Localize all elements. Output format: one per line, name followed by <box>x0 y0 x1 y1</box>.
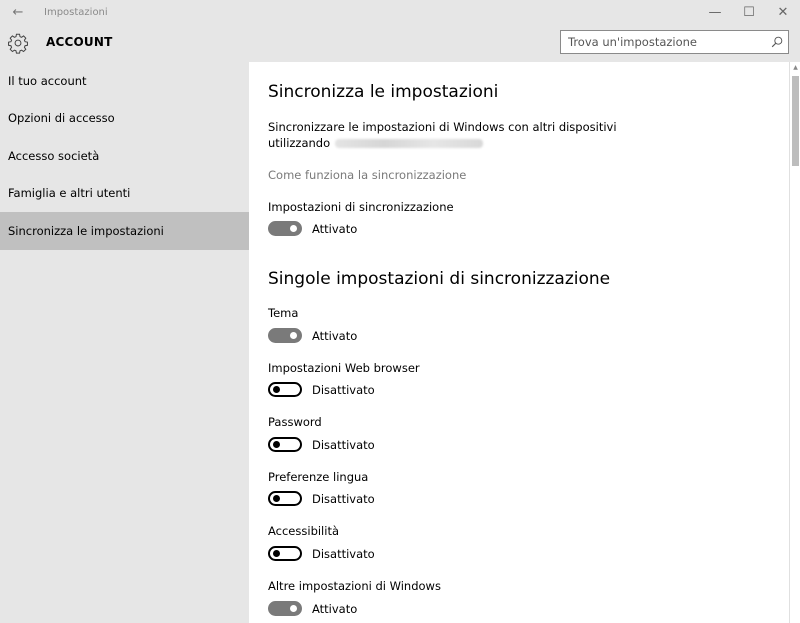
setting-row-tema: Attivato <box>268 328 357 343</box>
toggle-altre[interactable] <box>268 601 302 616</box>
window-title: Impostazioni <box>44 6 108 18</box>
individual-settings-title: Singole impostazioni di sincronizzazione <box>268 269 611 289</box>
toggle-password[interactable] <box>268 437 302 452</box>
sidebar-item-sincronizza[interactable]: Sincronizza le impostazioni <box>0 212 249 250</box>
scroll-up-icon[interactable]: ▲ <box>792 64 799 74</box>
setting-label-lingua: Preferenze lingua <box>268 470 369 484</box>
setting-row-password: Disattivato <box>268 437 375 452</box>
setting-label-accessibilita: Accessibilità <box>268 524 340 538</box>
sidebar-item-accesso-societa[interactable]: Accesso società <box>0 137 249 175</box>
state-accessibilita: Disattivato <box>312 546 375 561</box>
title-bar: ← Impostazioni — ☐ ✕ <box>0 0 800 24</box>
setting-label-web-browser: Impostazioni Web browser <box>268 361 420 375</box>
setting-row-accessibilita: Disattivato <box>268 546 375 561</box>
state-altre: Attivato <box>312 601 358 616</box>
minimize-button[interactable]: — <box>698 0 732 24</box>
setting-label-tema: Tema <box>268 306 299 320</box>
sidebar: Il tuo account Opzioni di accesso Access… <box>0 62 249 623</box>
state-lingua: Disattivato <box>312 491 375 506</box>
maximize-button[interactable]: ☐ <box>732 0 766 24</box>
toggle-tema[interactable] <box>268 328 302 343</box>
main-content: Sincronizza le impostazioni Sincronizzar… <box>249 62 789 623</box>
toggle-web-browser[interactable] <box>268 382 302 397</box>
page-title: ACCOUNT <box>46 35 113 49</box>
setting-row-altre: Attivato <box>268 601 357 616</box>
sync-description: Sincronizzare le impostazioni di Windows… <box>268 119 628 151</box>
setting-row-web-browser: Disattivato <box>268 382 375 397</box>
state-password: Disattivato <box>312 437 375 452</box>
blurred-email <box>335 139 484 148</box>
sync-settings-toggle-row: Attivato <box>268 221 357 236</box>
state-tema: Attivato <box>312 328 358 343</box>
how-sync-works-link[interactable]: Come funziona la sincronizzazione <box>268 168 466 182</box>
search-box[interactable] <box>560 30 789 54</box>
sync-settings-toggle[interactable] <box>268 221 302 236</box>
state-web-browser: Disattivato <box>312 382 375 397</box>
gear-icon <box>8 33 28 54</box>
close-button[interactable]: ✕ <box>766 0 800 24</box>
sync-settings-label: Impostazioni di sincronizzazione <box>268 200 454 214</box>
section-title: Sincronizza le impostazioni <box>268 82 499 102</box>
sidebar-item-opzioni-di-accesso[interactable]: Opzioni di accesso <box>0 100 249 138</box>
toggle-accessibilita[interactable] <box>268 546 302 561</box>
sidebar-item-il-tuo-account[interactable]: Il tuo account <box>0 62 249 100</box>
setting-label-altre: Altre impostazioni di Windows <box>268 579 441 593</box>
scroll-thumb[interactable] <box>792 76 799 166</box>
toggle-lingua[interactable] <box>268 491 302 506</box>
sync-settings-state: Attivato <box>312 221 358 236</box>
setting-label-password: Password <box>268 415 322 429</box>
setting-row-lingua: Disattivato <box>268 491 375 506</box>
sidebar-item-famiglia[interactable]: Famiglia e altri utenti <box>0 175 249 213</box>
scrollbar[interactable]: ▲ <box>789 62 800 623</box>
search-icon[interactable] <box>770 35 784 49</box>
header: ACCOUNT <box>0 24 800 62</box>
search-input[interactable] <box>561 32 761 52</box>
back-arrow-icon[interactable]: ← <box>0 0 36 24</box>
window-controls: — ☐ ✕ <box>698 0 800 24</box>
